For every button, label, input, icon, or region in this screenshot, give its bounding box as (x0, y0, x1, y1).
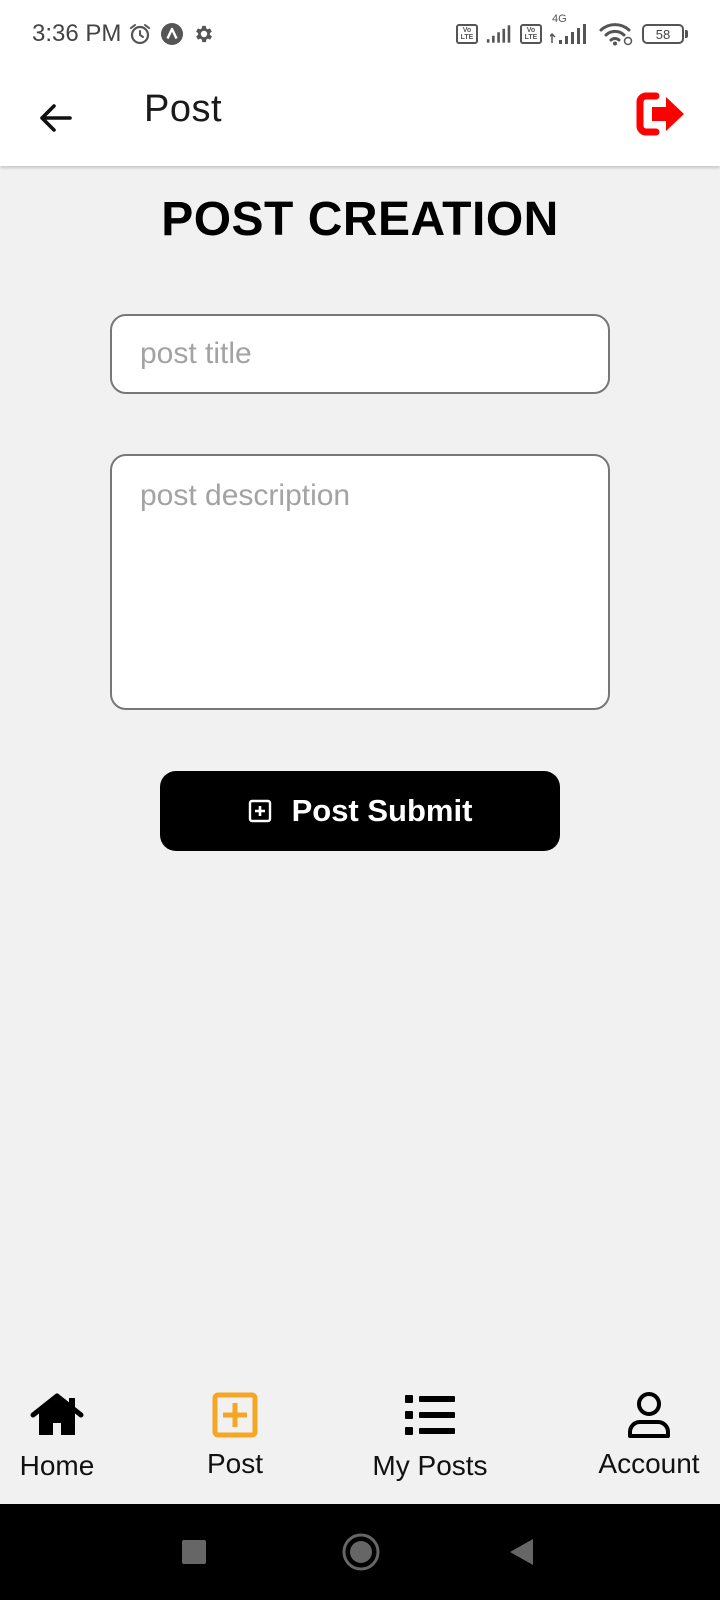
status-left: 3:36 PM (32, 20, 217, 48)
nav-label-my-posts: My Posts (372, 1450, 488, 1481)
nav-item-post[interactable]: Post (150, 1368, 320, 1504)
recent-apps-icon (182, 1540, 206, 1564)
network-label: 4G (552, 13, 567, 25)
back-triangle-icon (510, 1539, 533, 1565)
system-nav-bar (0, 1504, 720, 1600)
recent-apps-button[interactable] (170, 1528, 218, 1576)
back-button[interactable] (30, 92, 82, 144)
post-submit-label: Post Submit (291, 793, 473, 828)
nav-label-post: Post (206, 1448, 264, 1479)
nav-label-account: Account (598, 1448, 700, 1479)
alarm-icon (127, 21, 153, 47)
status-bar: 3:36 PM Vo LTE Vo LTE 4G 58 (0, 0, 720, 68)
arrow-left-icon (40, 104, 72, 132)
post-submit-button[interactable]: Post Submit (160, 771, 560, 851)
signal-4g-icon: 4G (550, 13, 590, 47)
home-circle-icon (342, 1533, 380, 1571)
status-time: 3:36 PM (32, 20, 122, 47)
settings-gear-icon (191, 21, 217, 47)
home-icon (29, 1390, 85, 1440)
list-icon (405, 1390, 455, 1440)
signal-icon (486, 21, 512, 47)
post-creation-heading: POST CREATION (161, 193, 559, 246)
system-home-button[interactable] (337, 1528, 385, 1576)
sign-out-icon (636, 92, 684, 136)
app-bar: Post (0, 68, 720, 166)
app-logo-icon (159, 21, 185, 47)
status-right: Vo LTE Vo LTE 4G 58 (456, 13, 688, 47)
plus-square-icon (212, 1390, 258, 1440)
battery-icon: 58 (642, 24, 688, 44)
user-icon (627, 1390, 671, 1440)
battery-level: 58 (642, 24, 684, 44)
system-back-button[interactable] (497, 1528, 545, 1576)
volte-icon: Vo LTE (456, 24, 478, 44)
logout-button[interactable] (634, 86, 690, 142)
nav-item-account[interactable]: Account (564, 1368, 720, 1504)
page-title: Post (144, 88, 223, 130)
volte-icon: Vo LTE (520, 24, 542, 44)
nav-item-my-posts[interactable]: My Posts (345, 1368, 515, 1504)
nav-item-home[interactable]: Home (0, 1368, 142, 1504)
bottom-nav: Home Post My Posts Account (0, 1368, 720, 1504)
plus-square-icon (248, 799, 271, 823)
post-description-input[interactable] (110, 454, 610, 710)
wifi-icon (598, 21, 634, 47)
nav-label-home: Home (19, 1450, 95, 1481)
post-title-input[interactable] (110, 314, 610, 394)
